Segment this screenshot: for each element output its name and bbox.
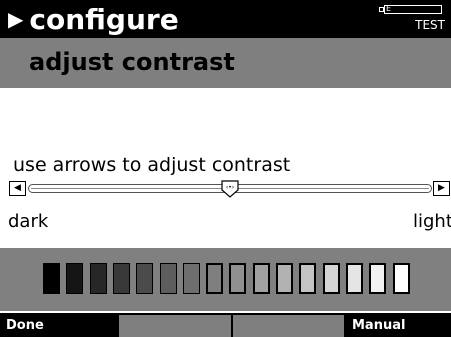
instruction-text: use arrows to adjust contrast bbox=[13, 154, 291, 176]
play-icon: ▶ bbox=[8, 7, 24, 31]
gray-swatch bbox=[252, 263, 270, 294]
gray-swatch bbox=[229, 263, 247, 294]
battery-icon: E bbox=[379, 4, 442, 14]
gray-swatch bbox=[345, 263, 363, 294]
contrast-slider[interactable]: ◀ ‹•› ▶ bbox=[9, 180, 451, 200]
softkey-bar: Done Manual bbox=[0, 313, 451, 337]
battery-empty-label: E bbox=[386, 4, 392, 13]
gray-swatch bbox=[89, 263, 107, 294]
screen-title-text: configure bbox=[29, 3, 179, 36]
softkey-2-button[interactable] bbox=[119, 315, 231, 337]
title-bar: ▶ configure E TEST bbox=[0, 0, 451, 38]
slider-left-arrow-button[interactable]: ◀ bbox=[9, 181, 26, 196]
gray-swatch bbox=[392, 263, 410, 294]
gray-swatch bbox=[112, 263, 130, 294]
mode-label: TEST bbox=[415, 18, 445, 32]
screen-title: ▶ configure bbox=[8, 2, 179, 37]
gray-swatch bbox=[136, 263, 154, 294]
section-header: adjust contrast bbox=[0, 38, 451, 88]
gray-swatch bbox=[159, 263, 177, 294]
dark-label: dark bbox=[8, 211, 49, 232]
softkey-3-button[interactable] bbox=[233, 315, 344, 337]
section-title: adjust contrast bbox=[29, 48, 235, 76]
battery-cap bbox=[379, 7, 384, 12]
gray-swatch bbox=[43, 263, 60, 294]
gray-swatch bbox=[299, 263, 317, 294]
slider-thumb[interactable]: ‹•› bbox=[221, 180, 239, 198]
gray-swatch bbox=[369, 263, 387, 294]
slider-right-arrow-button[interactable]: ▶ bbox=[433, 181, 450, 196]
gray-swatch bbox=[276, 263, 293, 294]
manual-button[interactable]: Manual bbox=[346, 315, 451, 337]
done-button[interactable]: Done bbox=[0, 315, 117, 337]
svg-text:‹•›: ‹•› bbox=[226, 184, 234, 191]
gray-swatch bbox=[206, 263, 224, 294]
contrast-preview bbox=[0, 248, 451, 311]
gray-swatch bbox=[182, 263, 200, 294]
gray-swatch bbox=[322, 263, 340, 294]
light-label: light bbox=[413, 211, 451, 232]
gray-swatch bbox=[66, 263, 84, 294]
